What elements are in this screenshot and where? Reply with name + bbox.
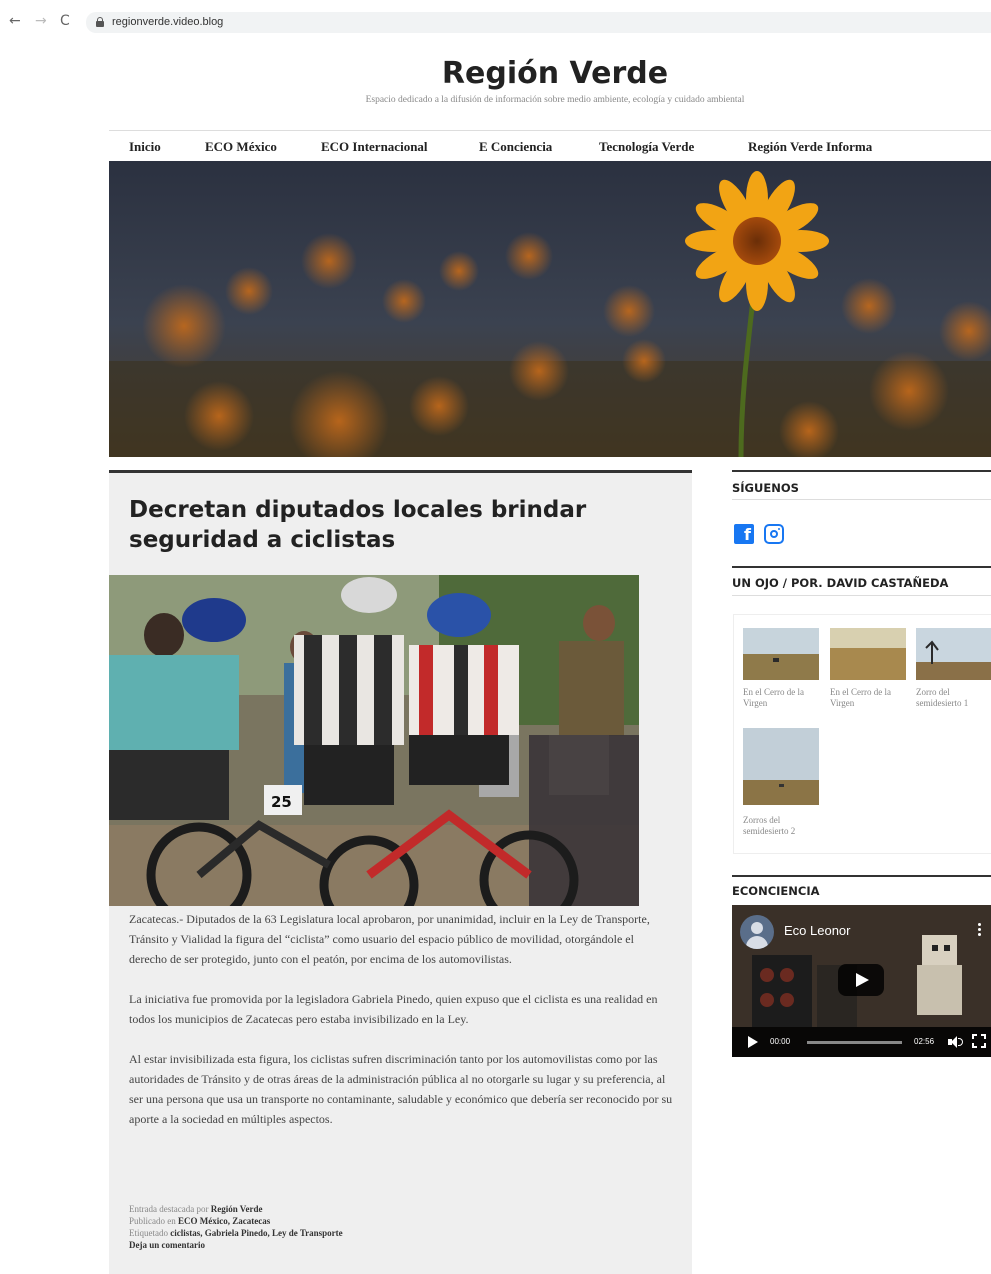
widget-title-econciencia: ECONCIENCIA bbox=[732, 884, 820, 898]
widget-title-underline bbox=[732, 499, 991, 500]
menu-item-region-verde-informa[interactable]: Región Verde Informa bbox=[748, 139, 872, 155]
forward-arrow-icon[interactable]: → bbox=[35, 13, 47, 29]
main-menu: Inicio ECO México ECO Internacional E Co… bbox=[109, 131, 991, 161]
svg-text:25: 25 bbox=[271, 793, 292, 811]
post-featured-image: 25 bbox=[109, 575, 639, 906]
header-image bbox=[109, 161, 991, 457]
widget-title-underline bbox=[732, 595, 991, 596]
channel-avatar[interactable] bbox=[740, 915, 774, 949]
post-content: Zacatecas.- Diputados de la 63 Legislatu… bbox=[129, 909, 674, 1149]
photo-gallery: En el Cerro de la Virgen En el Cerro de … bbox=[733, 614, 991, 854]
instagram-icon[interactable] bbox=[764, 524, 784, 544]
widget-title-gallery: UN OJO / POR. DAVID CASTAÑEDA bbox=[732, 576, 949, 590]
featured-label: Entrada destacada por bbox=[129, 1204, 209, 1214]
leave-comment-link[interactable]: Deja un comentario bbox=[129, 1240, 205, 1250]
category-links[interactable]: ECO México, Zacatecas bbox=[178, 1216, 270, 1226]
widget-divider bbox=[732, 566, 991, 568]
reload-icon[interactable]: C bbox=[60, 13, 70, 29]
post-paragraph: La iniciativa fue promovida por la legis… bbox=[129, 992, 658, 1026]
play-icon[interactable] bbox=[838, 964, 884, 996]
menu-item-eco-internacional[interactable]: ECO Internacional bbox=[321, 139, 428, 155]
site-tagline: Espacio dedicado a la difusión de inform… bbox=[365, 95, 745, 105]
gallery-caption[interactable]: En el Cerro de la Virgen bbox=[743, 687, 823, 709]
gallery-caption[interactable]: Zorros del semidesierto 2 bbox=[743, 815, 823, 837]
widget-divider bbox=[732, 470, 991, 472]
address-bar[interactable]: regionverde.video.blog bbox=[86, 12, 991, 33]
fullscreen-icon[interactable] bbox=[972, 1034, 986, 1048]
progress-bar[interactable] bbox=[807, 1041, 902, 1044]
post-paragraph: Zacatecas.- Diputados de la 63 Legislatu… bbox=[129, 912, 650, 966]
video-title[interactable]: Eco Leonor bbox=[784, 923, 851, 938]
play-pause-icon[interactable] bbox=[748, 1036, 758, 1048]
menu-item-inicio[interactable]: Inicio bbox=[129, 139, 161, 155]
tagged-label: Etiquetado bbox=[129, 1228, 168, 1238]
video-controls: 00:00 02:56 bbox=[732, 1027, 991, 1057]
url-text[interactable]: regionverde.video.blog bbox=[112, 16, 223, 28]
widget-divider bbox=[732, 875, 991, 877]
total-time: 02:56 bbox=[914, 1037, 935, 1046]
published-label: Publicado en bbox=[129, 1216, 176, 1226]
post-title[interactable]: Decretan diputados locales brindar segur… bbox=[129, 495, 674, 555]
back-arrow-icon[interactable]: ← bbox=[9, 13, 21, 29]
gallery-caption[interactable]: En el Cerro de la Virgen bbox=[830, 687, 910, 709]
post-article: Decretan diputados locales brindar segur… bbox=[109, 470, 692, 1274]
browser-toolbar: ← → C regionverde.video.blog bbox=[0, 0, 991, 44]
tag-links[interactable]: ciclistas, Gabriela Pinedo, Ley de Trans… bbox=[170, 1228, 342, 1238]
lock-icon bbox=[96, 17, 104, 27]
facebook-icon[interactable]: f bbox=[734, 524, 754, 544]
menu-item-tecnologia-verde[interactable]: Tecnología Verde bbox=[599, 139, 694, 155]
menu-item-eco-mexico[interactable]: ECO México bbox=[205, 139, 277, 155]
post-paragraph: Al estar invisibilizada esta figura, los… bbox=[129, 1052, 673, 1126]
author-link[interactable]: Región Verde bbox=[211, 1204, 263, 1214]
volume-icon[interactable] bbox=[948, 1035, 964, 1049]
gallery-thumbnail[interactable] bbox=[743, 628, 819, 680]
widget-title-follow: SÍGUENOS bbox=[732, 481, 799, 495]
gallery-thumbnail[interactable] bbox=[830, 628, 906, 680]
gallery-caption[interactable]: Zorro del semidesierto 1 bbox=[916, 687, 991, 709]
post-meta: Entrada destacada por Región Verde Publi… bbox=[129, 1203, 674, 1251]
gallery-thumbnail[interactable] bbox=[743, 728, 819, 805]
video-player[interactable]: Eco Leonor 00:00 02:56 bbox=[732, 905, 991, 1057]
more-options-icon[interactable] bbox=[978, 923, 981, 937]
site-title[interactable]: Región Verde bbox=[0, 56, 991, 91]
menu-item-e-conciencia[interactable]: E Conciencia bbox=[479, 139, 552, 155]
current-time: 00:00 bbox=[770, 1037, 791, 1046]
gallery-thumbnail[interactable] bbox=[916, 628, 991, 680]
